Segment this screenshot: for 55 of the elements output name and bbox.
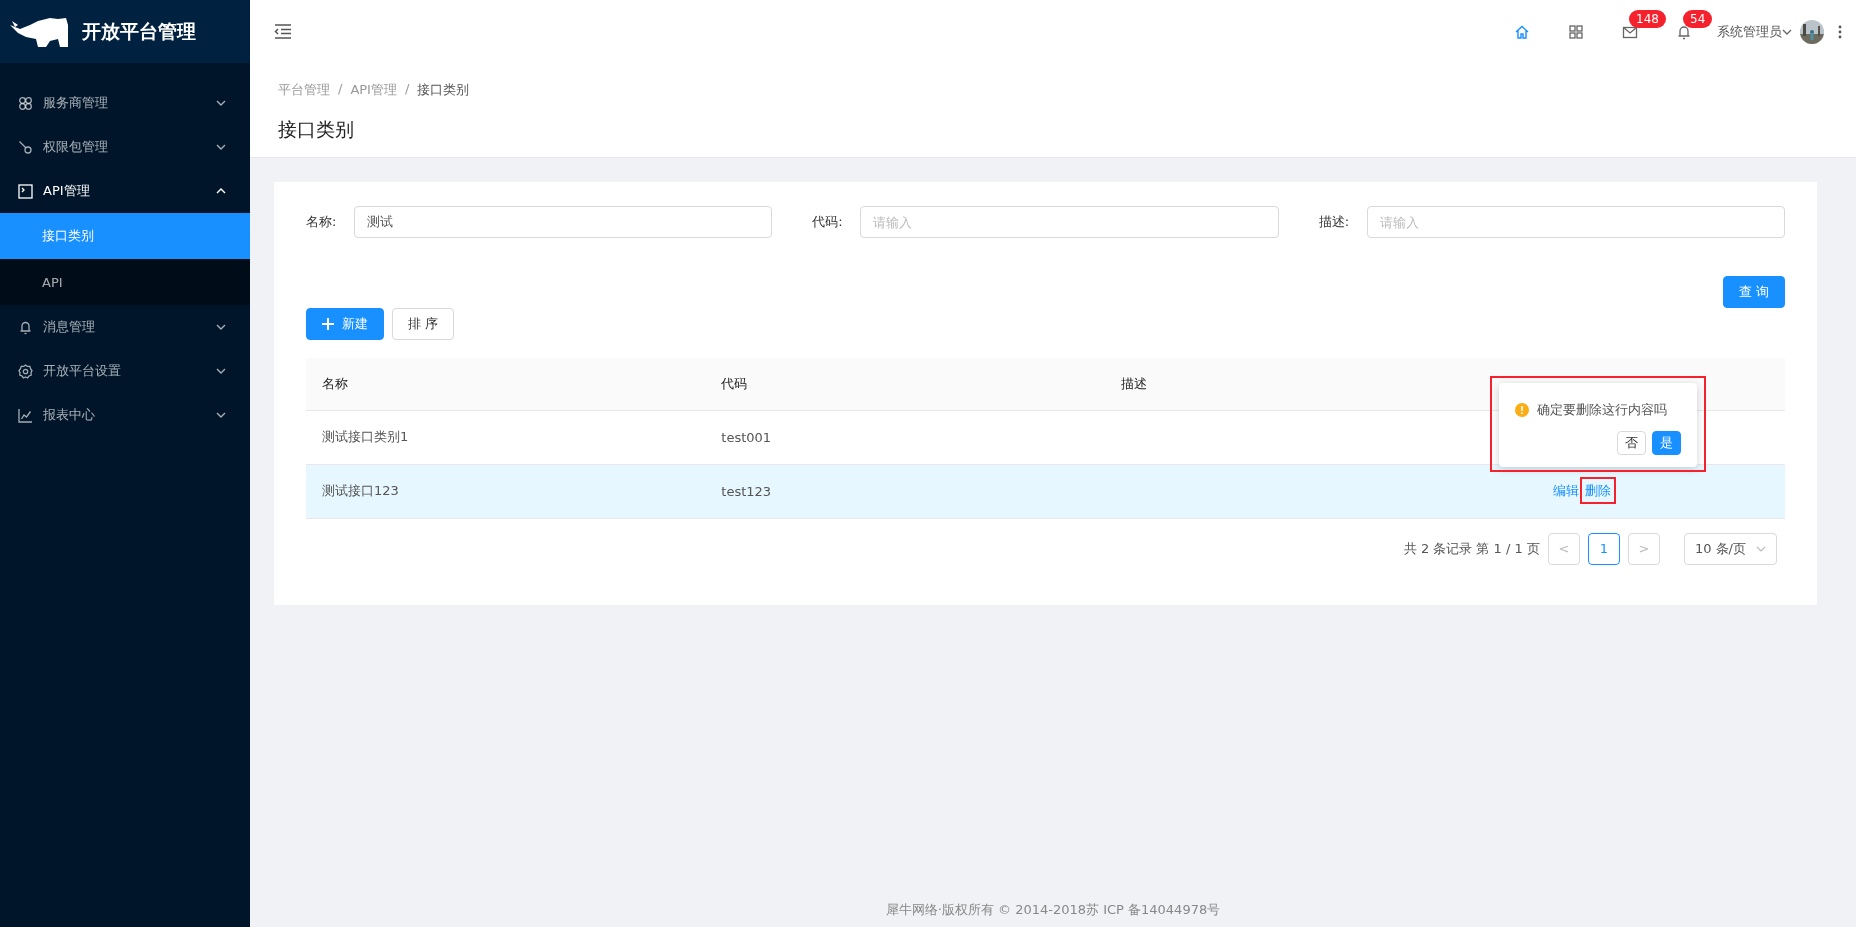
chevron-down-icon [216, 144, 226, 150]
table-cell: test001 [721, 429, 772, 445]
bell-icon[interactable] [1676, 23, 1692, 40]
sort-button[interactable]: 排 序 [392, 308, 455, 340]
count-badge: 148 [1629, 10, 1666, 28]
menu-item[interactable]: 开放平台设置 [0, 349, 250, 393]
gear-icon [18, 363, 33, 379]
breadcrumb-item: 接口类别 [417, 81, 470, 99]
user-name[interactable]: 系统管理员 [1717, 22, 1782, 41]
key-icon [18, 139, 33, 155]
field-label: 代码: [812, 213, 844, 231]
highlight-frame [1580, 477, 1616, 504]
menu-item[interactable]: 权限包管理 [0, 125, 250, 169]
pagination-summary: 共 2 条记录 第 1 / 1 页 [1403, 539, 1540, 558]
chevron-up-icon [216, 188, 226, 194]
chevron-down-icon [216, 100, 226, 106]
column-header: 描述 [1104, 358, 1504, 410]
breadcrumb-separator: / [338, 81, 343, 98]
app-title: 开放平台管理 [82, 18, 196, 44]
caret-down-icon [1782, 28, 1792, 35]
field-label: 名称: [306, 213, 338, 231]
page-size-select[interactable]: 10 条/页 [1683, 532, 1777, 565]
input-field[interactable]: 请输入 [1366, 206, 1785, 238]
field-label: 描述: [1318, 213, 1351, 231]
menu-item[interactable]: API管理 [0, 169, 250, 213]
submenu-item[interactable]: API [0, 259, 250, 305]
warning-icon [1515, 403, 1529, 417]
column-header: 名称 [306, 358, 706, 410]
team-icon [18, 95, 33, 111]
input-field[interactable]: 测试 [354, 206, 773, 238]
terminal-icon [18, 183, 33, 199]
line-chart-icon [18, 407, 33, 423]
menu-item[interactable]: 消息管理 [0, 305, 250, 349]
cancel-button[interactable]: 否 [1617, 431, 1646, 455]
bell-icon [18, 319, 33, 335]
chevron-down-icon [216, 324, 226, 330]
more-icon[interactable] [1838, 24, 1842, 39]
chevron-down-icon [1756, 545, 1766, 552]
column-header: 代码 [705, 358, 1105, 410]
table-cell: test123 [721, 483, 772, 499]
chevron-down-icon [216, 412, 226, 418]
count-badge: 54 [1683, 10, 1713, 28]
menu-item[interactable]: 报表中心 [0, 393, 250, 437]
input-field[interactable]: 请输入 [860, 206, 1279, 238]
table-cell: 测试接口类别1 [322, 429, 409, 444]
breadcrumb-separator: / [404, 81, 410, 98]
table-cell: 测试接口123 [322, 483, 399, 498]
plus-icon [322, 318, 334, 330]
apps-grid-icon[interactable] [1568, 23, 1584, 40]
page-title: 接口类别 [278, 117, 355, 142]
menu-fold-icon[interactable] [274, 24, 292, 39]
chevron-down-icon [216, 368, 226, 374]
menu-item[interactable]: 服务商管理 [0, 81, 250, 125]
home-icon[interactable] [1514, 23, 1530, 40]
copyright-text: 犀牛网络·版权所有 © 2014-2018苏 ICP 备14044978号 [884, 901, 1222, 919]
